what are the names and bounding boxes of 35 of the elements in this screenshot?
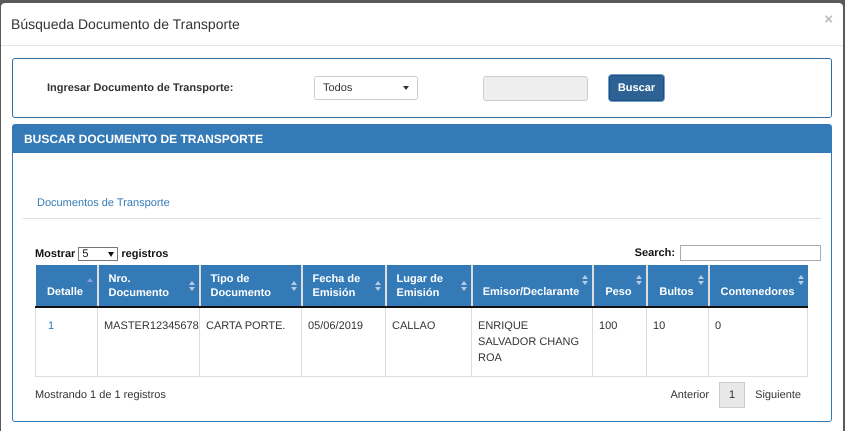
caret-icon xyxy=(403,86,409,90)
panel-header: BUSCAR DOCUMENTO DE TRANSPORTE xyxy=(13,125,831,153)
type-select[interactable]: Todos xyxy=(314,76,418,100)
table-info: Mostrando 1 de 1 registros xyxy=(35,389,166,401)
search-label: Search: xyxy=(634,247,675,259)
column-header[interactable]: Tipo de Documento xyxy=(200,265,302,307)
length-label: Mostrar xyxy=(35,248,76,260)
detail-link[interactable]: 1 xyxy=(36,307,98,376)
table-cell: 100 xyxy=(592,307,646,376)
search-button[interactable]: Buscar xyxy=(609,75,664,101)
form-label: Ingresar Documento de Transporte: xyxy=(47,82,234,94)
column-header[interactable]: Bultos xyxy=(646,265,708,307)
table-cell: 05/06/2019 xyxy=(302,307,386,376)
tab[interactable]: Documentos de Transporte xyxy=(35,189,172,217)
next-button[interactable]: Siguiente xyxy=(745,383,811,407)
column-header[interactable]: Fecha de Emisión xyxy=(302,265,386,307)
previous-button[interactable]: Anterior xyxy=(660,383,719,407)
column-header[interactable]: Peso xyxy=(592,265,646,307)
table-cell: 0 xyxy=(708,307,808,376)
column-header[interactable]: Detalle xyxy=(36,265,98,307)
table-cell: 10 xyxy=(646,307,708,376)
column-header[interactable]: Contenedores xyxy=(708,265,808,307)
caret-icon xyxy=(108,252,114,256)
length-label: registros xyxy=(121,248,168,260)
table-cell: CARTA PORTE. xyxy=(200,307,302,376)
column-header[interactable]: Emisor/Declarante xyxy=(472,265,592,307)
search-input-field[interactable] xyxy=(680,245,821,261)
page-button[interactable]: 1 xyxy=(719,382,746,408)
column-header[interactable]: Nro. Documento xyxy=(98,265,200,307)
table-cell: CALLAO xyxy=(386,307,472,376)
modal-title: Búsqueda Documento de Transporte xyxy=(11,16,240,32)
column-header[interactable]: Lugar de Emisión xyxy=(386,265,472,307)
table-cell: MASTER12345678 xyxy=(98,307,200,376)
length-select[interactable]: 5 xyxy=(78,247,118,261)
table-cell: ENRIQUE SALVADOR CHANG ROA xyxy=(472,307,592,376)
